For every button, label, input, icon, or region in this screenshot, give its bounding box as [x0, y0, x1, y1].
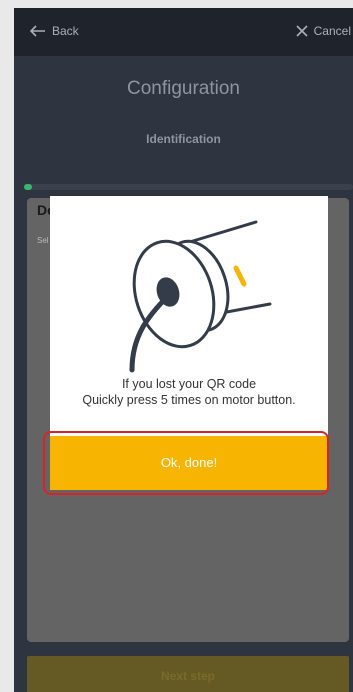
arrow-left-icon — [30, 25, 45, 37]
modal-message-line1: If you lost your QR code — [121, 377, 257, 391]
card-hint: Sel — [37, 236, 49, 245]
back-button[interactable]: Back — [30, 24, 79, 38]
progress-bar — [24, 184, 353, 190]
modal-message: If you lost your QR code Quickly press 5… — [50, 376, 328, 408]
highlight-outline — [43, 431, 329, 495]
cancel-button[interactable]: Cancel — [296, 24, 351, 38]
motor-illustration-icon — [129, 220, 272, 373]
close-icon — [296, 25, 308, 37]
modal-message-line2: Quickly press 5 times on motor button. — [82, 393, 296, 407]
next-step-button[interactable]: Next step — [27, 656, 349, 692]
page-title: Configuration — [126, 78, 241, 99]
cancel-label: Cancel — [313, 24, 351, 38]
progress-fill — [24, 184, 32, 190]
top-bar: Back Cancel — [14, 8, 353, 56]
step-subtitle: Identification — [146, 132, 221, 146]
back-label: Back — [52, 24, 79, 38]
